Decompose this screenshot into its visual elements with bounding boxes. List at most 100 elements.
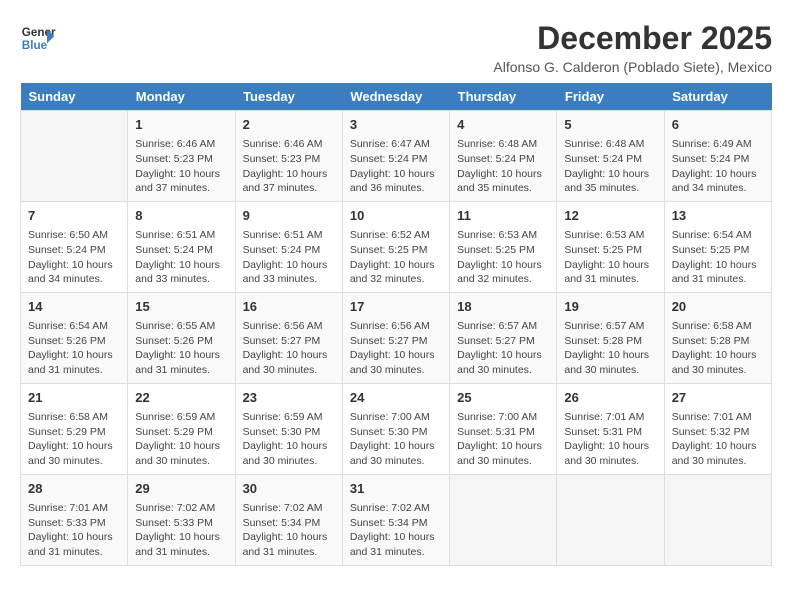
day-info: Sunrise: 6:46 AM (135, 137, 227, 152)
calendar-week-row: 7Sunrise: 6:50 AMSunset: 5:24 PMDaylight… (21, 201, 772, 292)
col-friday: Friday (557, 83, 664, 111)
day-info: Daylight: 10 hours (28, 348, 120, 363)
day-number: 30 (243, 480, 335, 498)
day-info: Sunrise: 7:01 AM (28, 501, 120, 516)
day-info: Daylight: 10 hours (564, 348, 656, 363)
day-number: 23 (243, 389, 335, 407)
day-info: Sunrise: 6:51 AM (135, 228, 227, 243)
day-info: Sunrise: 6:57 AM (457, 319, 549, 334)
day-info: Sunset: 5:23 PM (243, 152, 335, 167)
table-row: 11Sunrise: 6:53 AMSunset: 5:25 PMDayligh… (450, 201, 557, 292)
table-row: 27Sunrise: 7:01 AMSunset: 5:32 PMDayligh… (664, 383, 771, 474)
table-row: 29Sunrise: 7:02 AMSunset: 5:33 PMDayligh… (128, 474, 235, 565)
day-info: Sunset: 5:26 PM (28, 334, 120, 349)
day-info: Daylight: 10 hours (457, 439, 549, 454)
table-row: 26Sunrise: 7:01 AMSunset: 5:31 PMDayligh… (557, 383, 664, 474)
day-info: Daylight: 10 hours (135, 258, 227, 273)
logo: General Blue (20, 20, 56, 56)
day-info: Sunrise: 6:53 AM (564, 228, 656, 243)
col-thursday: Thursday (450, 83, 557, 111)
day-info: Daylight: 10 hours (564, 439, 656, 454)
day-number: 12 (564, 207, 656, 225)
day-info: Sunrise: 6:54 AM (28, 319, 120, 334)
day-number: 5 (564, 116, 656, 134)
day-info: Sunset: 5:33 PM (28, 516, 120, 531)
day-info: Sunset: 5:26 PM (135, 334, 227, 349)
day-number: 13 (672, 207, 764, 225)
day-info: Sunset: 5:27 PM (350, 334, 442, 349)
day-info: and 30 minutes. (564, 454, 656, 469)
day-number: 25 (457, 389, 549, 407)
day-info: Sunrise: 6:57 AM (564, 319, 656, 334)
day-info: Sunset: 5:28 PM (564, 334, 656, 349)
day-number: 7 (28, 207, 120, 225)
day-info: Daylight: 10 hours (28, 439, 120, 454)
day-info: Sunrise: 7:01 AM (672, 410, 764, 425)
col-monday: Monday (128, 83, 235, 111)
day-info: Sunset: 5:25 PM (457, 243, 549, 258)
day-info: and 30 minutes. (672, 363, 764, 378)
table-row: 12Sunrise: 6:53 AMSunset: 5:25 PMDayligh… (557, 201, 664, 292)
day-info: Daylight: 10 hours (672, 258, 764, 273)
col-saturday: Saturday (664, 83, 771, 111)
table-row: 20Sunrise: 6:58 AMSunset: 5:28 PMDayligh… (664, 292, 771, 383)
day-info: and 31 minutes. (135, 545, 227, 560)
day-info: Sunrise: 6:47 AM (350, 137, 442, 152)
day-info: Sunset: 5:24 PM (28, 243, 120, 258)
table-row (557, 474, 664, 565)
calendar-week-row: 28Sunrise: 7:01 AMSunset: 5:33 PMDayligh… (21, 474, 772, 565)
day-number: 9 (243, 207, 335, 225)
day-number: 15 (135, 298, 227, 316)
day-info: Daylight: 10 hours (135, 167, 227, 182)
day-info: Daylight: 10 hours (243, 258, 335, 273)
day-info: and 31 minutes. (28, 363, 120, 378)
day-info: and 30 minutes. (350, 454, 442, 469)
day-info: Sunset: 5:33 PM (135, 516, 227, 531)
col-sunday: Sunday (21, 83, 128, 111)
day-info: and 35 minutes. (457, 181, 549, 196)
table-row: 9Sunrise: 6:51 AMSunset: 5:24 PMDaylight… (235, 201, 342, 292)
day-info: Sunset: 5:25 PM (672, 243, 764, 258)
table-row: 6Sunrise: 6:49 AMSunset: 5:24 PMDaylight… (664, 111, 771, 202)
logo-icon: General Blue (20, 20, 56, 56)
calendar-week-row: 21Sunrise: 6:58 AMSunset: 5:29 PMDayligh… (21, 383, 772, 474)
day-info: Sunrise: 7:02 AM (135, 501, 227, 516)
col-tuesday: Tuesday (235, 83, 342, 111)
day-info: Sunrise: 6:58 AM (672, 319, 764, 334)
day-info: Daylight: 10 hours (672, 167, 764, 182)
day-number: 17 (350, 298, 442, 316)
day-info: and 30 minutes. (243, 363, 335, 378)
calendar-header-row: Sunday Monday Tuesday Wednesday Thursday… (21, 83, 772, 111)
day-info: and 32 minutes. (457, 272, 549, 287)
day-number: 4 (457, 116, 549, 134)
day-info: Sunrise: 6:56 AM (350, 319, 442, 334)
day-info: and 31 minutes. (243, 545, 335, 560)
day-info: and 30 minutes. (672, 454, 764, 469)
day-info: Sunrise: 6:53 AM (457, 228, 549, 243)
day-info: and 32 minutes. (350, 272, 442, 287)
day-number: 3 (350, 116, 442, 134)
day-info: Daylight: 10 hours (135, 530, 227, 545)
table-row (664, 474, 771, 565)
day-number: 18 (457, 298, 549, 316)
table-row: 13Sunrise: 6:54 AMSunset: 5:25 PMDayligh… (664, 201, 771, 292)
day-info: Sunrise: 6:46 AM (243, 137, 335, 152)
day-info: Sunset: 5:25 PM (564, 243, 656, 258)
day-info: Sunset: 5:28 PM (672, 334, 764, 349)
day-number: 11 (457, 207, 549, 225)
day-info: Daylight: 10 hours (350, 167, 442, 182)
day-number: 19 (564, 298, 656, 316)
calendar-week-row: 14Sunrise: 6:54 AMSunset: 5:26 PMDayligh… (21, 292, 772, 383)
day-number: 8 (135, 207, 227, 225)
table-row: 21Sunrise: 6:58 AMSunset: 5:29 PMDayligh… (21, 383, 128, 474)
day-info: Daylight: 10 hours (243, 167, 335, 182)
day-info: and 34 minutes. (672, 181, 764, 196)
day-info: Daylight: 10 hours (243, 530, 335, 545)
table-row: 31Sunrise: 7:02 AMSunset: 5:34 PMDayligh… (342, 474, 449, 565)
day-info: Daylight: 10 hours (28, 530, 120, 545)
table-row: 4Sunrise: 6:48 AMSunset: 5:24 PMDaylight… (450, 111, 557, 202)
day-info: and 35 minutes. (564, 181, 656, 196)
table-row: 18Sunrise: 6:57 AMSunset: 5:27 PMDayligh… (450, 292, 557, 383)
table-row: 5Sunrise: 6:48 AMSunset: 5:24 PMDaylight… (557, 111, 664, 202)
day-number: 27 (672, 389, 764, 407)
